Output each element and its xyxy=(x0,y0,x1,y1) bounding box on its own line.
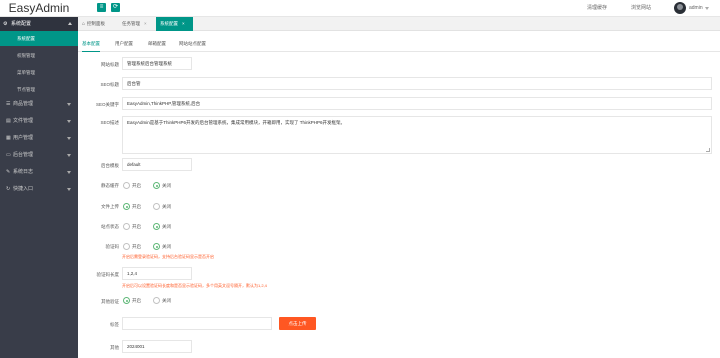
site-status-on-radio[interactable]: 开启 xyxy=(123,223,141,231)
edit-icon: ✎ xyxy=(6,169,11,175)
sidebar-group-label: 系统配置 xyxy=(11,21,32,27)
sidebar-group-header[interactable]: ⚙ 系统配置 xyxy=(0,17,78,31)
list-icon: ☰ xyxy=(6,101,11,107)
sidebar-item[interactable]: ☰ 商品管理 xyxy=(0,96,78,113)
sidebar: ⚙ 系统配置 系统配置 权限管理 菜单管理 节点管理 ☰ 商品管理 ▤ 文件管理… xyxy=(0,17,78,358)
last-input[interactable]: 2024001 xyxy=(122,340,192,353)
logo-label: 标签 xyxy=(110,322,119,327)
seo-description-textarea[interactable]: EasyAdmin是基于ThinkPHP6开发的后台管理系统，集成常用模块，开箱… xyxy=(122,116,712,154)
sidebar-subitem[interactable]: 节点管理 xyxy=(0,82,78,97)
chevron-down-icon xyxy=(67,188,71,191)
seo-description-label: SEO描述 xyxy=(100,120,119,125)
resize-handle[interactable] xyxy=(706,148,710,152)
avatar[interactable] xyxy=(674,2,686,14)
captcha-label: 验证码 xyxy=(105,244,120,249)
config-tabs: 基本配置 用户配置 邮箱配置 网站站点配置 xyxy=(78,36,720,52)
login-limit-on-radio[interactable]: 开启 xyxy=(123,297,141,305)
seo-title-label: SEO标题 xyxy=(100,82,119,87)
page-tab-bar: ⌂ 控制面板 任务管理 × 系统配置 × xyxy=(78,17,720,31)
file-icon: ▤ xyxy=(6,118,11,124)
upload-off-radio[interactable]: 关闭 xyxy=(153,203,171,211)
chevron-down-icon xyxy=(67,171,71,174)
captcha-off-radio[interactable]: 关闭 xyxy=(153,243,171,251)
sidebar-item[interactable]: ▦ 用户管理 xyxy=(0,130,78,147)
chevron-up-icon xyxy=(68,22,72,25)
sidebar-subitem-active[interactable]: 系统配置 xyxy=(0,31,78,46)
login-limit-off-radio[interactable]: 关闭 xyxy=(153,297,171,305)
tab-site[interactable]: 网站站点配置 xyxy=(179,36,206,52)
seo-keywords-input[interactable]: EasyAdmin,ThinkPHP,管理系统,后台 xyxy=(122,97,712,110)
top-bar: EasyAdmin ≡ ⟳ 清理缓存 浏览网站 admin xyxy=(0,0,720,17)
tab-user[interactable]: 用户配置 xyxy=(115,36,133,52)
upload-on-radio[interactable]: 开启 xyxy=(123,203,141,211)
version-label: 验证码长度 xyxy=(96,272,120,277)
version-input[interactable]: 1,2,4 xyxy=(122,267,192,280)
site-status-off-radio[interactable]: 关闭 xyxy=(153,223,171,231)
admin-icon: ▭ xyxy=(6,152,11,158)
tab-email[interactable]: 邮箱配置 xyxy=(148,36,166,52)
login-limit-label: 其他验证 xyxy=(101,299,119,304)
captcha-on-radio[interactable]: 开启 xyxy=(123,243,141,251)
version-hint: 开启后可以设置验证码长度和是否显示验证码，多个用英文逗号隔开，默认为1,2,4 xyxy=(122,283,267,288)
theme-input[interactable]: default xyxy=(122,158,192,171)
visit-site-link[interactable]: 浏览网站 xyxy=(631,0,651,17)
link-icon: ↻ xyxy=(6,186,11,192)
tab-tasks[interactable]: 任务管理 × xyxy=(118,17,154,31)
user-icon: ▦ xyxy=(6,135,11,141)
close-icon[interactable]: × xyxy=(182,21,185,26)
logo-input[interactable] xyxy=(122,317,272,330)
home-icon: ⌂ xyxy=(82,21,86,27)
chevron-down-icon xyxy=(67,137,71,140)
seo-keywords-label: SEO关键字 xyxy=(95,102,119,107)
sidebar-subitem[interactable]: 权限管理 xyxy=(0,48,78,63)
chevron-down-icon xyxy=(67,103,71,106)
clear-cache-link[interactable]: 清理缓存 xyxy=(587,0,607,17)
sidebar-item[interactable]: ✎ 系统日志 xyxy=(0,164,78,181)
user-name[interactable]: admin xyxy=(689,0,703,17)
seo-title-input[interactable]: 后台管 xyxy=(122,77,712,90)
site-status-label: 站点状态 xyxy=(101,224,119,229)
cache-label: 静态缓存 xyxy=(101,183,119,188)
chevron-down-icon xyxy=(67,120,71,123)
cache-off-radio[interactable]: 关闭 xyxy=(153,182,171,190)
menu-toggle-icon[interactable]: ≡ xyxy=(97,3,106,12)
theme-label: 后台模板 xyxy=(101,163,119,168)
chevron-down-icon[interactable] xyxy=(705,7,709,10)
sidebar-item[interactable]: ▭ 后台管理 xyxy=(0,147,78,164)
tab-system-config[interactable]: 系统配置 × xyxy=(156,17,193,31)
chevron-down-icon xyxy=(67,154,71,157)
tab-dashboard[interactable]: ⌂ 控制面板 xyxy=(78,17,116,31)
sidebar-item[interactable]: ↻ 快捷入口 xyxy=(0,181,78,198)
gear-icon: ⚙ xyxy=(3,21,8,27)
app-logo[interactable]: EasyAdmin xyxy=(0,0,78,17)
sidebar-subitem[interactable]: 菜单管理 xyxy=(0,65,78,80)
last-label: 其他 xyxy=(110,345,119,350)
captcha-hint: 开启后需登录验证码，支持后台验证码显示是否开启 xyxy=(122,254,214,259)
close-icon[interactable]: × xyxy=(144,21,147,26)
cache-on-radio[interactable]: 开启 xyxy=(123,182,141,190)
upload-button[interactable]: 点击上传 xyxy=(279,317,316,330)
site-name-label: 网站标题 xyxy=(101,62,119,67)
site-name-input[interactable]: 管理系统后台管理系统 xyxy=(122,57,192,70)
sidebar-item[interactable]: ▤ 文件管理 xyxy=(0,113,78,130)
upload-label: 文件上传 xyxy=(101,204,119,209)
refresh-icon[interactable]: ⟳ xyxy=(111,3,120,12)
tab-basic[interactable]: 基本配置 xyxy=(82,36,100,52)
